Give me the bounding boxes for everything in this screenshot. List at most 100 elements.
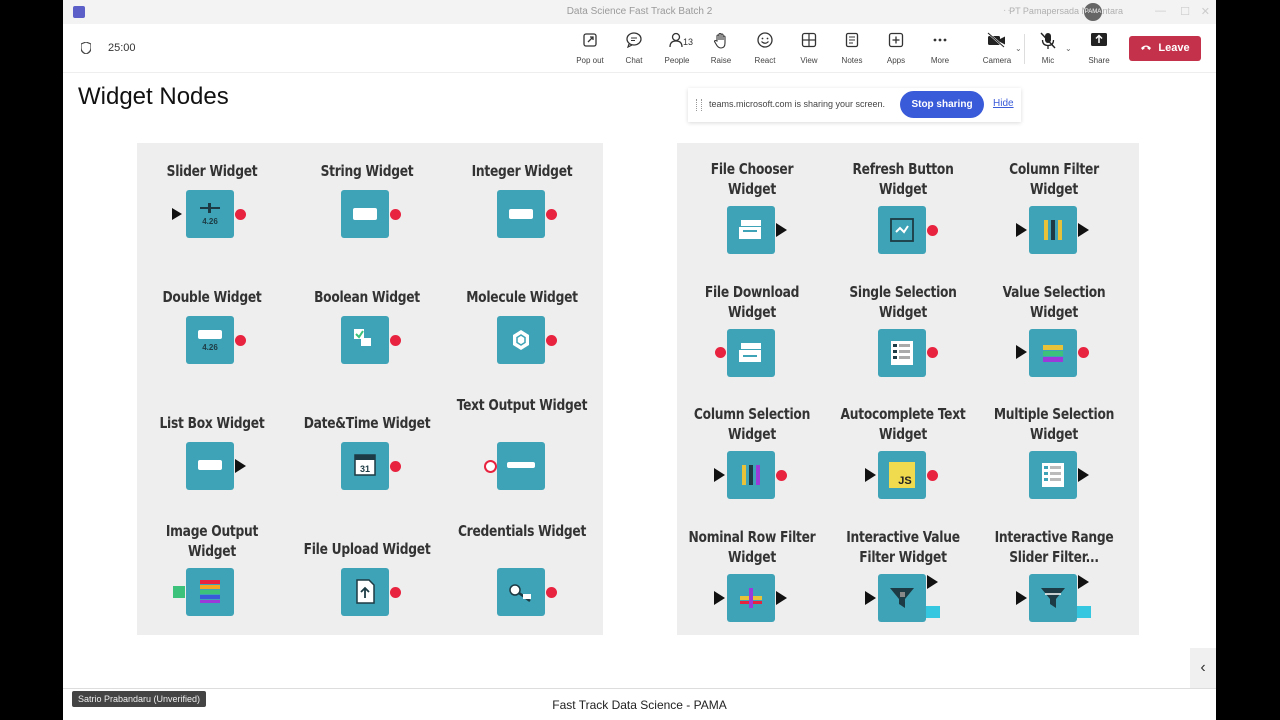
apps-button[interactable]: Apps [874,32,918,65]
toolbar-divider [1024,34,1025,64]
listbox-icon [186,442,234,490]
org-avatar[interactable]: PAMA [1084,3,1102,21]
camera-button[interactable]: Camera [975,32,1019,65]
view-label: View [800,56,818,65]
widget-nominal-row-filter: Nominal Row Filter Widget [677,527,827,567]
outport [390,461,401,472]
mic-off-icon [1026,32,1070,54]
outport [546,587,557,598]
slider-icon: 4.26 [186,190,234,238]
maximize-icon[interactable]: ☐ [1180,5,1190,18]
widget-value-selection: Value Selection Widget [979,282,1129,322]
more-label: More [930,56,950,65]
drag-handle-icon[interactable] [696,99,702,111]
widget-label: List Box Widget [159,414,265,432]
share-button[interactable]: Share [1077,32,1121,65]
close-icon[interactable]: ✕ [1201,5,1210,18]
calendar-icon: 31 [341,442,389,490]
widget-single-selection: Single Selection Widget [828,282,978,322]
file-chooser-icon [727,206,775,254]
widget-label: Integer Widget [471,162,573,180]
chevron-left-icon[interactable]: ‹ [1190,648,1216,688]
value-selection-icon [1029,329,1077,377]
widget-label: Refresh Button Widget [852,160,954,198]
js-icon: JS [878,451,926,499]
right-widget-panel: File Chooser Widget Refresh Button Widge… [677,143,1139,635]
people-count: 13 [683,37,694,47]
inport-triangle [1016,223,1027,237]
outport [927,225,938,236]
outport-triangle [1078,223,1089,237]
mic-button[interactable]: Mic [1026,32,1070,65]
hide-banner-link[interactable]: Hide [993,98,1014,109]
leave-button[interactable]: Leave [1129,36,1201,61]
widget-label: Date&Time Widget [303,414,431,432]
widget-label: String Widget [320,162,414,180]
widget-label: Credentials Widget [457,522,587,540]
single-selection-icon [878,329,926,377]
inport-triangle [865,468,876,482]
view-outport-square [1077,606,1091,618]
widget-string: String Widget [292,161,442,181]
raise-hand-button[interactable]: Raise [699,32,743,65]
outport-triangle [776,223,787,237]
widget-integer: Integer Widget [447,161,597,181]
leave-label: Leave [1158,42,1190,54]
integer-icon [497,190,545,238]
widget-label: Image Output Widget [165,522,259,560]
react-button[interactable]: React [743,32,787,65]
people-label: People [664,56,690,65]
participant-name-tag: Satrio Prabandaru (Unverified) [72,691,207,707]
outport-triangle [927,575,938,589]
mic-options-chevron-icon[interactable]: ⌄ [1065,44,1072,53]
widget-double: Double Widget [137,287,287,307]
stop-sharing-button[interactable]: Stop sharing [900,91,984,118]
outport-triangle [235,459,246,473]
sharing-banner: teams.microsoft.com is sharing your scre… [688,88,1021,122]
inport-ring [484,460,497,473]
camera-label: Camera [982,56,1012,65]
chat-button[interactable]: Chat [612,32,656,65]
more-button[interactable]: More [918,32,962,65]
grid-icon [787,32,831,54]
calendar-badge: 31 [360,464,370,474]
phone-hangup-icon [1140,36,1152,61]
string-icon [341,190,389,238]
widget-label: Text Output Widget [456,396,588,414]
minimize-icon[interactable]: — [1155,5,1166,17]
molecule-icon [497,316,545,364]
left-widget-panel: Slider Widget 4.26 String Widget Integer… [137,143,603,635]
outport [546,209,557,220]
widget-boolean: Boolean Widget [292,287,442,307]
slider-badge: 4.26 [202,217,218,226]
inport-triangle [1016,591,1027,605]
outport [776,470,787,481]
footer-caption: Fast Track Data Science - PAMA [552,698,727,712]
people-button[interactable]: 13 People [655,32,699,65]
share-label: Share [1088,56,1110,65]
widget-label: Nominal Row Filter Widget [688,528,816,566]
file-upload-icon [341,568,389,616]
view-button[interactable]: View [787,32,831,65]
outport-triangle [1078,468,1089,482]
widget-label: Slider Widget [166,162,258,180]
camera-options-chevron-icon[interactable]: ⌄ [1015,44,1022,53]
outport [927,347,938,358]
widget-label: Value Selection Widget [1002,283,1106,321]
outport [1078,347,1089,358]
js-badge: JS [898,475,911,487]
column-filter-icon [1029,206,1077,254]
widget-label: Double Widget [162,288,262,306]
widget-file-upload: File Upload Widget [292,539,442,559]
pop-out-button[interactable]: Pop out [568,32,612,65]
apps-label: Apps [886,56,906,65]
notes-button[interactable]: Notes [830,32,874,65]
value-filter-icon [878,574,926,622]
widget-slider: Slider Widget [137,161,287,181]
outport [390,587,401,598]
widget-credentials: Credentials Widget [447,521,597,541]
mic-label: Mic [1041,56,1055,65]
view-outport-square [926,606,940,618]
widget-label: Interactive Value Filter Widget [846,528,960,566]
sharing-message: teams.microsoft.com is sharing your scre… [709,99,886,109]
